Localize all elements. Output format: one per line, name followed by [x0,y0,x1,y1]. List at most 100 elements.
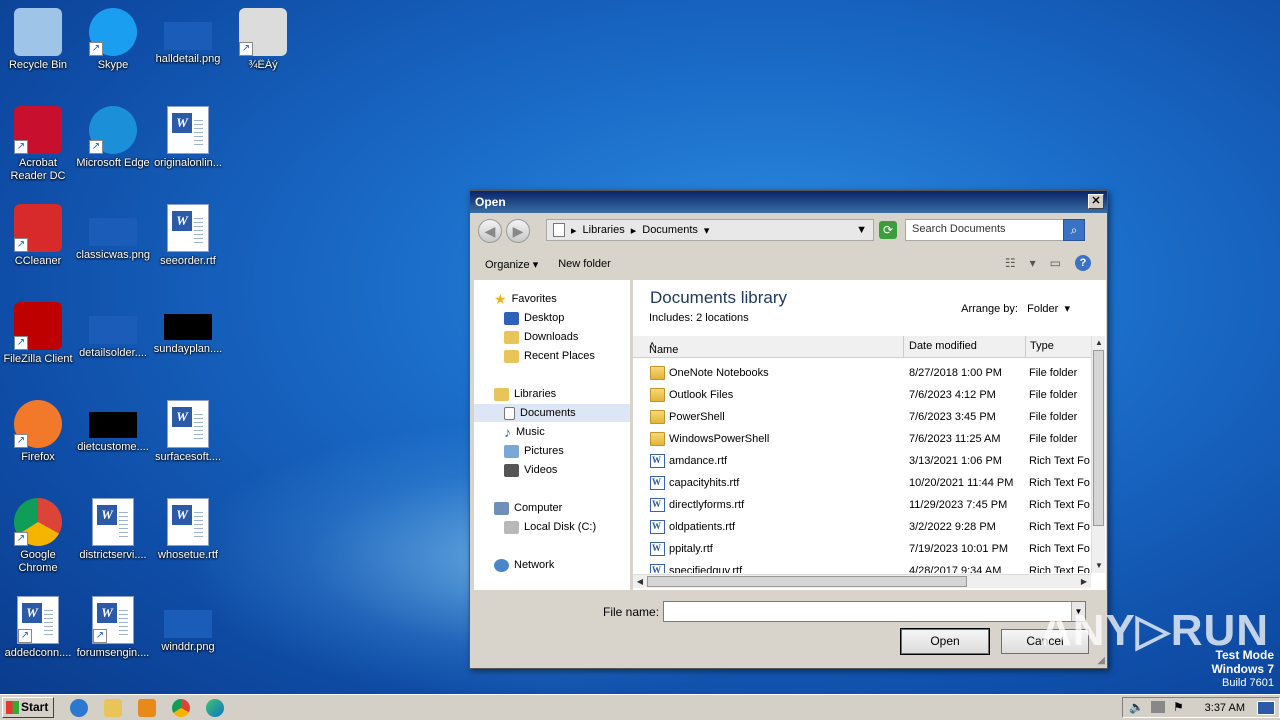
desktop-icon[interactable]: ↗ FileZilla Client [0,302,76,366]
back-button[interactable]: ◀ [478,219,502,243]
vertical-scrollbar[interactable]: ▲ ▼ [1091,336,1105,573]
view-dropdown-icon[interactable]: ▾ [1030,256,1036,270]
scroll-right-icon[interactable]: ▶ [1077,575,1091,589]
file-row[interactable]: capacityhits.rtf 10/20/2021 11:44 PM Rich … [633,473,1091,495]
desktop-icon[interactable]: dietcustome.... [75,400,151,454]
breadcrumb-documents[interactable]: Documents [642,224,698,236]
nav-network[interactable]: Network [494,556,554,574]
volume-icon[interactable]: 🔈 [1129,700,1144,714]
nav-local-disk[interactable]: Local Disk (C:) [504,518,596,536]
desktop-icon[interactable]: ↗ Google Chrome [0,498,76,575]
view-options-icon[interactable]: ☷ [1005,256,1016,270]
ie-icon[interactable] [70,699,88,717]
open-file-dialog: Open ✕ ◀ ▶ ▸ Libraries ▸ Documents ▾ ▼ ⟳… [469,190,1108,669]
desktop-icon[interactable]: ↗ Firefox [0,400,76,464]
nav-pictures[interactable]: Pictures [504,442,564,460]
network-tray-icon[interactable] [1151,701,1165,713]
library-includes[interactable]: Includes: 2 locations [649,312,749,324]
column-divider[interactable] [1025,336,1026,358]
nav-favorites[interactable]: ★ Favorites [494,290,557,308]
column-type[interactable]: Type [1030,340,1054,352]
desktop-icon[interactable]: detailsolder.... [75,302,151,360]
desktop-icon[interactable]: surfacesoft.... [150,400,226,464]
new-folder-button[interactable]: New folder [558,258,611,270]
clock[interactable]: 3:37 AM [1205,702,1245,714]
file-row[interactable]: oldpatients.rtf 3/2/2022 9:28 PM Rich Text… [633,517,1091,539]
file-type: File folder [1029,389,1078,401]
file-row[interactable]: PowerShell 7/6/2023 3:45 PM File folder [633,407,1091,429]
show-desktop-icon[interactable] [1257,701,1275,715]
file-row[interactable]: directlyforms.rtf 11/29/2023 7:45 PM Rich … [633,495,1091,517]
desktop-icon[interactable]: ↗ CCleaner [0,204,76,268]
chevron-down-icon[interactable]: ▾ [1064,303,1070,315]
media-player-icon[interactable] [138,699,156,717]
column-divider[interactable] [903,336,904,358]
desktop-icon[interactable]: winddr.png [150,596,226,654]
desktop-icon-label: halldetail.png [155,53,221,65]
open-button[interactable]: Open [900,628,990,655]
desktop-icon[interactable]: ↗ ¾ËÁý [225,8,301,72]
file-row[interactable]: WindowsPowerShell 7/6/2023 11:25 AM File f… [633,429,1091,451]
preview-pane-icon[interactable]: ▭ [1050,256,1061,270]
close-icon[interactable]: ✕ [1088,194,1104,209]
flag-icon[interactable]: ⚑ [1173,700,1184,714]
dialog-title: Open [475,195,506,209]
desktop-icon[interactable]: classicwas.png [75,204,151,262]
organize-menu[interactable]: Organize ▾ [485,258,538,271]
vertical-scroll-thumb[interactable] [1093,350,1104,526]
explorer-icon[interactable] [104,699,122,717]
arrange-value[interactable]: Folder [1027,303,1058,315]
breadcrumb-dropdown-icon[interactable]: ▾ [704,224,710,237]
forward-button[interactable]: ▶ [506,219,530,243]
desktop-icon[interactable]: ↗ forumsengin.... [75,596,151,660]
breadcrumb-libraries[interactable]: Libraries [583,224,625,236]
desktop-icon[interactable]: ↗ addedconn.... [0,596,76,660]
scroll-left-icon[interactable]: ◀ [633,575,647,589]
desktop-icon-label: Acrobat Reader DC [10,157,66,182]
refresh-icon[interactable]: ⟳ [879,221,897,239]
desktop-icon[interactable]: sundayplan.... [150,302,226,356]
desktop-icon[interactable]: districtservi.... [75,498,151,562]
nav-videos[interactable]: Videos [504,461,557,479]
nav-libraries[interactable]: Libraries [494,385,556,403]
column-date[interactable]: Date modified [909,340,977,352]
nav-desktop[interactable]: Desktop [504,309,564,327]
desktop-icon[interactable]: whosetue.rtf [150,498,226,562]
chrome-taskbar-icon[interactable] [172,699,190,717]
help-icon[interactable]: ? [1075,255,1091,271]
nav-downloads[interactable]: Downloads [504,328,578,346]
file-row[interactable]: amdance.rtf 3/13/2021 1:06 PM Rich Text Fo [633,451,1091,473]
filename-field[interactable]: ▼ [663,601,1086,622]
desktop-icon[interactable]: ↗ Acrobat Reader DC [0,106,76,183]
pictures-icon [504,444,519,458]
start-button[interactable]: Start [2,697,54,718]
scroll-up-icon[interactable]: ▲ [1092,336,1106,350]
column-name[interactable]: Name ˄ [649,340,678,356]
desktop-icon[interactable]: originalonlin... [150,106,226,170]
desktop-icon[interactable]: ↗ Skype [75,8,151,72]
file-row[interactable]: specifiedguy.rtf 4/28/2017 9:34 AM Rich Te… [633,561,1091,573]
scroll-down-icon[interactable]: ▼ [1092,559,1106,573]
nav-music[interactable]: ♪ Music [504,423,545,441]
desktop-icon[interactable]: Recycle Bin [0,8,76,72]
resize-grip-icon[interactable]: ◢ [1097,655,1105,666]
horizontal-scrollbar[interactable]: ◀ ▶ [633,574,1091,588]
desktop-icon[interactable]: ↗ Microsoft Edge [75,106,151,170]
address-bar[interactable]: ▸ Libraries ▸ Documents ▾ ▼ [546,219,874,241]
horizontal-scroll-thumb[interactable] [647,576,967,587]
address-history-dropdown-icon[interactable]: ▼ [856,224,867,236]
file-row[interactable]: OneNote Notebooks 8/27/2018 1:00 PM File f… [633,363,1091,385]
search-input[interactable]: Search Documents ⌕ [905,219,1085,241]
file-row[interactable]: ppitaly.rtf 7/19/2023 10:01 PM Rich Text F… [633,539,1091,561]
edge-taskbar-icon[interactable] [206,699,224,717]
file-row[interactable]: Outlook Files 7/6/2023 4:12 PM File folder [633,385,1091,407]
desktop-icon[interactable]: halldetail.png [150,8,226,66]
nav-computer[interactable]: Computer [494,499,562,517]
search-icon[interactable]: ⌕ [1063,219,1085,241]
folder-icon [650,388,665,402]
dialog-titlebar[interactable]: Open ✕ [470,191,1107,213]
nav-documents[interactable]: Documents [474,404,630,422]
word-doc-icon [167,204,209,252]
nav-recent-places[interactable]: Recent Places [504,347,595,365]
desktop-icon[interactable]: seeorder.rtf [150,204,226,268]
